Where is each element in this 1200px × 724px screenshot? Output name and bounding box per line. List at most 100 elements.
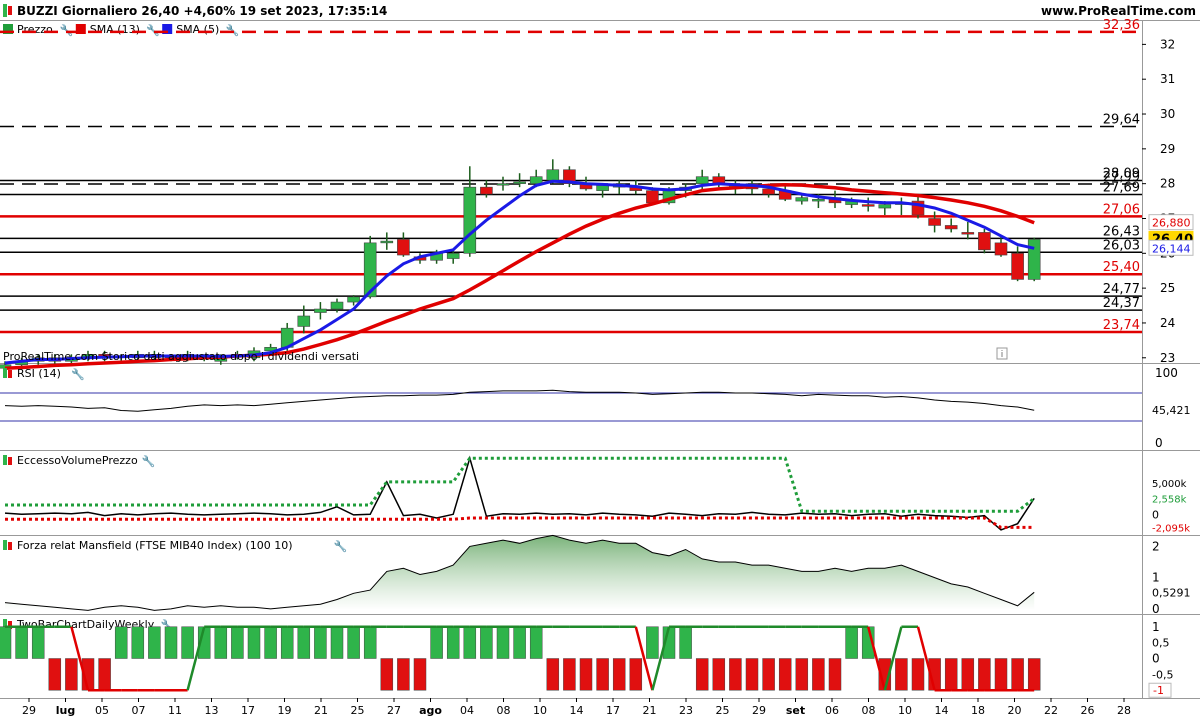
panel-title: Forza relat Mansfield (FTSE MIB40 Index)… xyxy=(17,539,293,552)
x-tick-label: 17 xyxy=(241,704,255,717)
twobar-bar xyxy=(911,658,925,691)
evp-last-label: 2,558k xyxy=(1152,494,1187,505)
panel-icon xyxy=(3,368,7,378)
candle-body xyxy=(529,176,543,184)
candle-body xyxy=(961,232,975,235)
price-badge-label: 26,880 xyxy=(1152,217,1191,230)
twobar-bar xyxy=(330,626,344,659)
x-tick-label: 13 xyxy=(205,704,219,717)
wrench-icon[interactable]: 🔧 xyxy=(71,367,85,381)
x-tick-label: 14 xyxy=(570,704,584,717)
twobar-bar xyxy=(944,658,958,691)
wrench-icon[interactable]: 🔧 xyxy=(142,454,156,468)
x-tick-label: 05 xyxy=(95,704,109,717)
candle-body xyxy=(878,204,892,209)
x-tick-label: 23 xyxy=(679,704,693,717)
twobar-tick-label: 0 xyxy=(1152,652,1160,666)
x-tick-label: 20 xyxy=(1008,704,1022,717)
candle-body xyxy=(314,308,327,313)
candle-body xyxy=(928,218,941,226)
candle-body xyxy=(1011,253,1024,280)
x-tick-label: ago xyxy=(419,704,442,717)
twobar-bar xyxy=(646,626,659,659)
panel-icon-2 xyxy=(8,542,12,550)
candle-body xyxy=(546,169,560,181)
evp-last-label: -2,095k xyxy=(1152,523,1190,534)
twobar-bar xyxy=(397,658,410,691)
x-tick-label: 19 xyxy=(278,704,292,717)
candle-body xyxy=(978,232,991,251)
level-label: 26,03 xyxy=(1103,238,1140,253)
twobar-last-label: -1 xyxy=(1153,684,1164,697)
wrench-icon[interactable]: 🔧 xyxy=(226,23,240,37)
x-tick-label: 18 xyxy=(971,704,985,717)
legend-label-2: SMA (5) xyxy=(176,23,219,36)
evp-tick-label: 0 xyxy=(1152,508,1159,521)
twobar-bar xyxy=(231,626,244,659)
x-tick-label: 10 xyxy=(533,704,547,717)
twobar-bar xyxy=(264,626,277,659)
x-tick-label: 17 xyxy=(606,704,620,717)
x-tick-label: 21 xyxy=(314,704,328,717)
twobar-bar xyxy=(579,658,593,691)
price-tick-label: 30 xyxy=(1160,107,1175,121)
twobar-bar xyxy=(994,658,1008,691)
evp-series-line xyxy=(4,455,1035,531)
rsi-tick-label: 0 xyxy=(1155,436,1163,450)
price-badge-label: 26,144 xyxy=(1152,242,1191,255)
twobar-tick-label: 0,5 xyxy=(1152,637,1170,650)
evp-series-line xyxy=(5,516,1035,529)
wrench-icon[interactable]: 🔧 xyxy=(334,539,348,553)
twobar-bar xyxy=(214,626,228,659)
mansfield-tick-label: 1 xyxy=(1152,571,1160,585)
twobar-bar xyxy=(65,658,78,691)
panel-icon-2 xyxy=(8,457,12,465)
footnote: ProRealTime.com Storico dati aggiustato … xyxy=(3,350,359,363)
wrench-icon[interactable]: 🔧 xyxy=(146,23,160,37)
twobar-bar xyxy=(745,658,759,691)
rsi-last-label: 45,421 xyxy=(1152,404,1191,417)
x-tick-label: 10 xyxy=(898,704,912,717)
twobar-bar xyxy=(247,626,261,659)
twobar-bar xyxy=(314,626,327,659)
x-tick-label: 29 xyxy=(752,704,766,717)
wrench-icon[interactable]: 🔧 xyxy=(60,23,74,37)
twobar-bar xyxy=(1027,658,1041,691)
level-label: 27,06 xyxy=(1103,202,1140,217)
twobar-tick-label: -0,5 xyxy=(1152,668,1173,681)
twobar-bar xyxy=(347,626,360,659)
level-label: 23,74 xyxy=(1103,318,1140,333)
x-tick-label: 22 xyxy=(1044,704,1058,717)
twobar-bar xyxy=(778,658,792,691)
candle-body xyxy=(513,181,526,184)
twobar-bar xyxy=(131,626,145,659)
twobar-bar xyxy=(828,658,842,691)
twobar-bar xyxy=(15,626,28,659)
price-tick-label: 28 xyxy=(1160,177,1175,191)
mansfield-tick-label: 2 xyxy=(1152,539,1160,553)
level-label: 32,36 xyxy=(1103,18,1140,33)
candle-body xyxy=(463,186,477,254)
level-label: 26,43 xyxy=(1103,224,1140,239)
price-tick-label: 24 xyxy=(1160,316,1175,330)
twobar-bar xyxy=(513,626,526,659)
x-tick-label: 26 xyxy=(1081,704,1095,717)
price-tick-label: 31 xyxy=(1160,72,1175,86)
x-tick-label: 21 xyxy=(643,704,657,717)
candle-body xyxy=(762,188,775,195)
twobar-bar xyxy=(712,658,726,691)
twobar-bar xyxy=(280,626,294,659)
price-tick-label: 32 xyxy=(1160,37,1175,51)
mansfield-last-label: 0,5291 xyxy=(1152,586,1191,599)
twobar-bar xyxy=(380,658,394,691)
candle-body xyxy=(330,301,344,310)
candle-body xyxy=(994,242,1008,256)
twobar-bar xyxy=(164,626,178,659)
legend-label-1: SMA (13) xyxy=(90,23,140,36)
candle-body xyxy=(944,225,958,230)
twobar-bar xyxy=(978,658,991,691)
twobar-bar xyxy=(762,658,775,691)
site-link[interactable]: www.ProRealTime.com xyxy=(1041,4,1196,18)
twobar-bar xyxy=(463,626,477,659)
x-tick-label: 14 xyxy=(935,704,949,717)
